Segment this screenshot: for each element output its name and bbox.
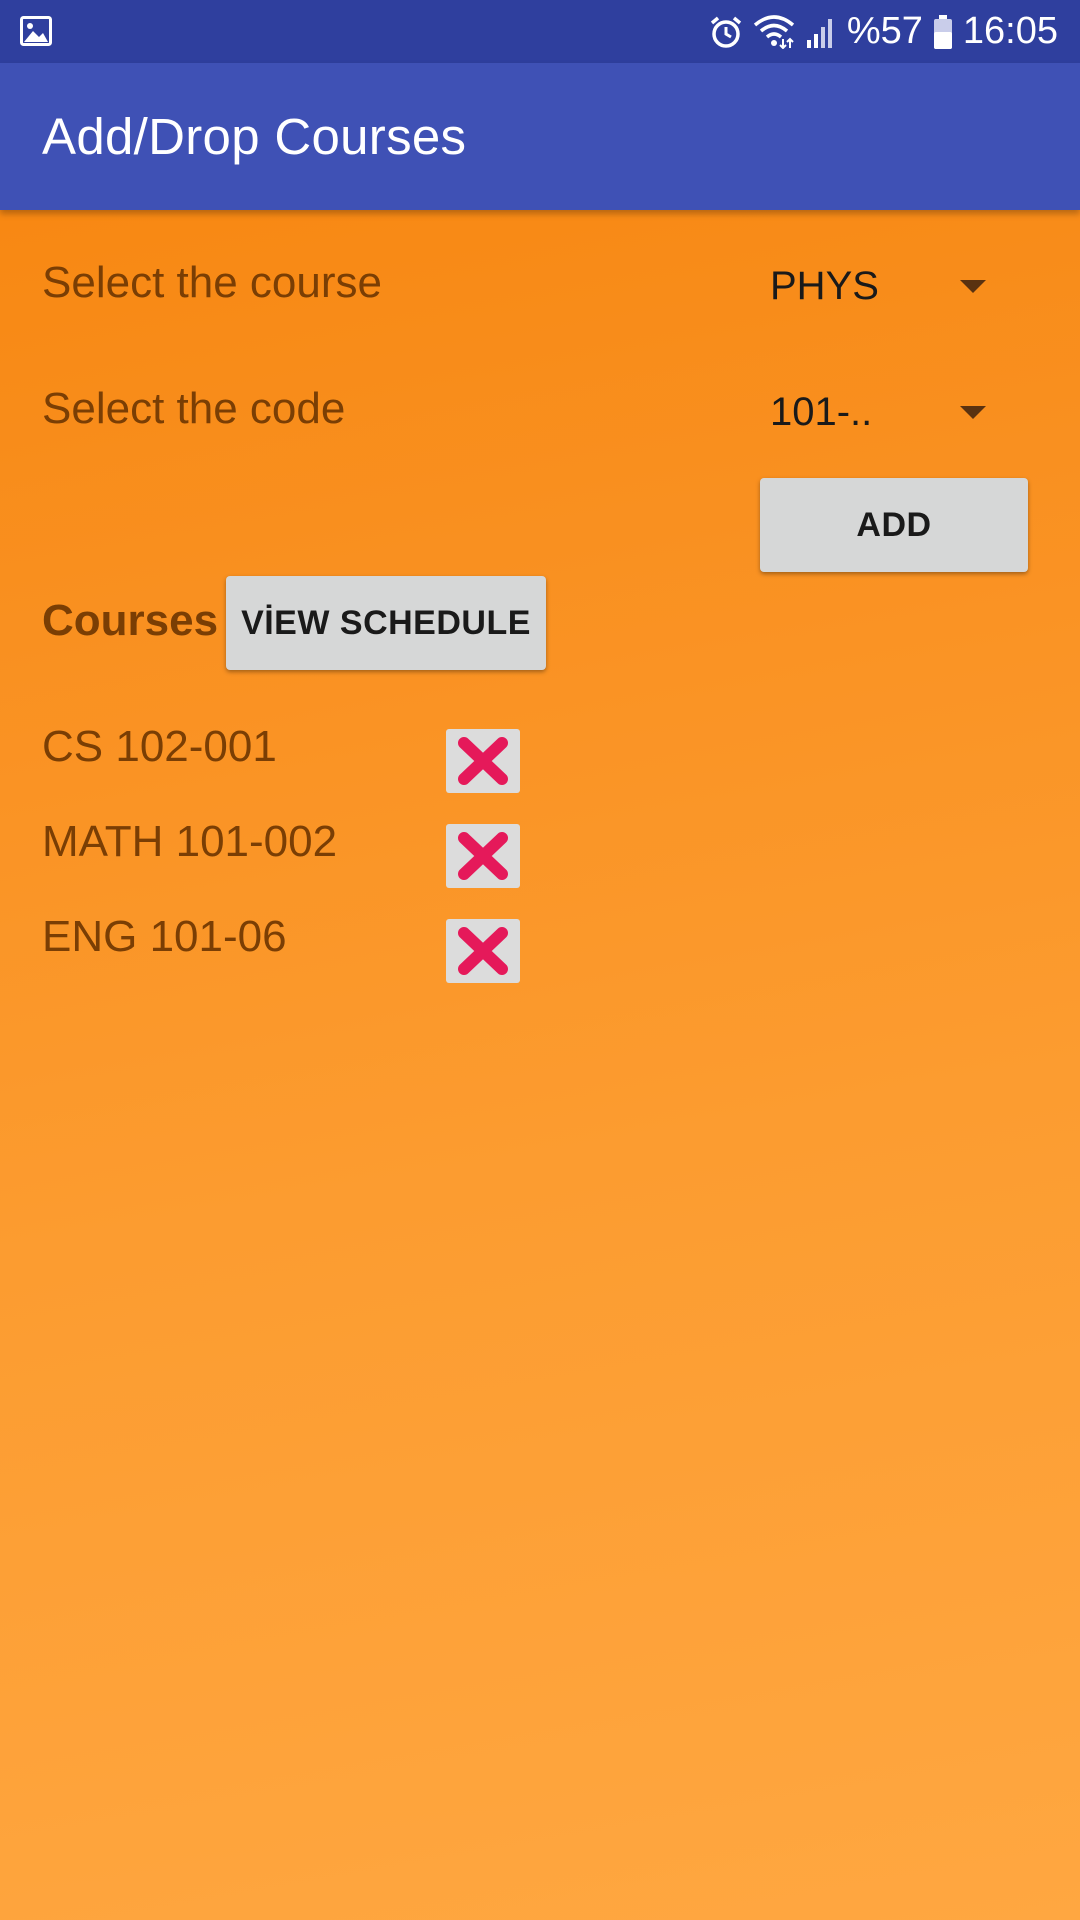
view-schedule-button[interactable]: VİEW SCHEDULE [226, 576, 546, 670]
status-bar: %57 16:05 [0, 0, 1080, 63]
remove-course-button[interactable] [446, 824, 520, 888]
wifi-icon [753, 14, 794, 49]
close-icon [458, 737, 508, 785]
dropdown-arrow-icon [960, 406, 986, 419]
course-spinner[interactable]: PHYS [770, 256, 1000, 316]
list-item: MATH 101-002 [42, 817, 338, 866]
battery-icon [933, 14, 952, 49]
status-icons: %57 16:05 [709, 0, 1058, 63]
battery-percent: %57 [846, 10, 923, 52]
clock: 16:05 [962, 10, 1058, 52]
courses-heading: Courses [42, 596, 219, 645]
close-icon [458, 927, 508, 975]
code-spinner[interactable]: 101-.. [770, 382, 1000, 442]
page-title: Add/Drop Courses [42, 108, 467, 165]
code-label: Select the code [42, 384, 346, 433]
course-label: Select the course [42, 258, 382, 307]
code-spinner-value: 101-.. [770, 390, 873, 434]
close-icon [458, 832, 508, 880]
signal-icon [806, 18, 832, 48]
course-spinner-value: PHYS [770, 264, 879, 308]
remove-course-button[interactable] [446, 919, 520, 983]
image-icon [20, 16, 52, 46]
add-button[interactable]: ADD [760, 478, 1028, 572]
list-item: ENG 101-06 [42, 912, 287, 961]
list-item: CS 102-001 [42, 722, 277, 771]
alarm-icon [710, 16, 741, 48]
dropdown-arrow-icon [960, 280, 986, 293]
app-bar: Add/Drop Courses [0, 63, 1080, 210]
remove-course-button[interactable] [446, 729, 520, 793]
